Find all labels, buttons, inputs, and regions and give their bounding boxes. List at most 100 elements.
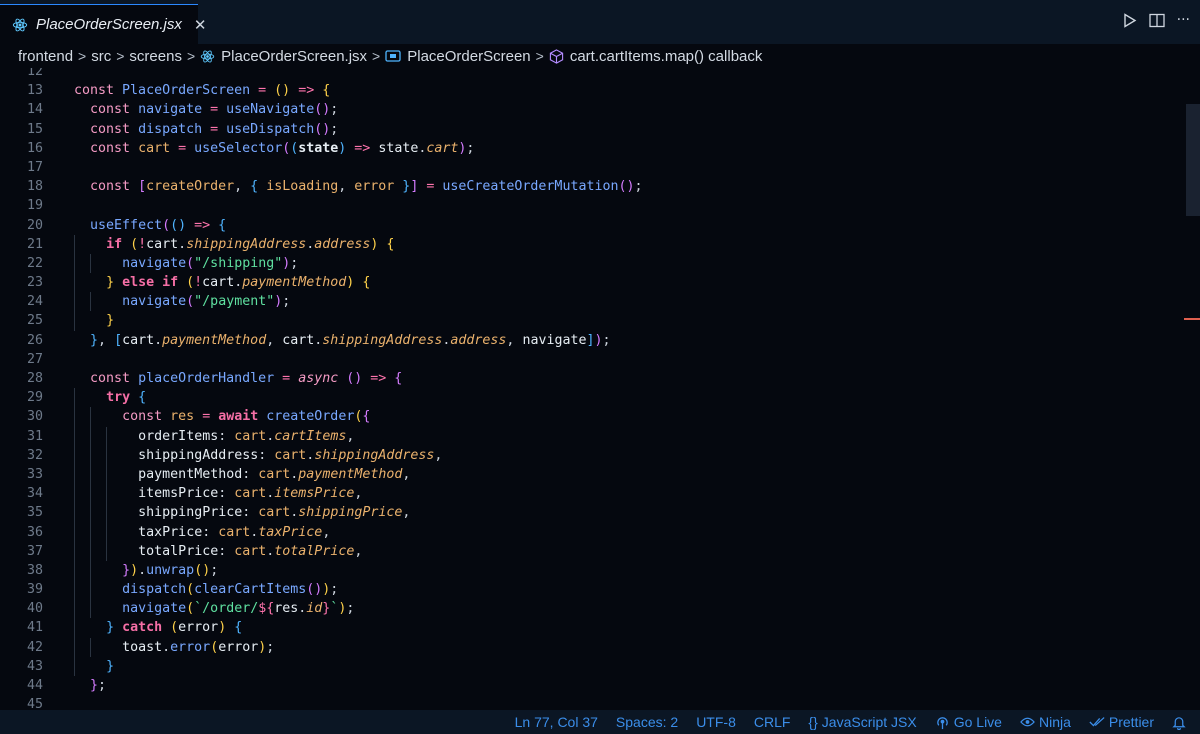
- code-content: const res = await createOrder({: [122, 407, 370, 426]
- line-number: 18: [26, 179, 43, 195]
- indent-guide: [106, 464, 108, 485]
- code-token: address: [450, 332, 507, 348]
- code-token: "/payment": [194, 294, 275, 310]
- code-line[interactable]: 28 const placeOrderHandler = async () => …: [0, 369, 1184, 388]
- code-token: const: [122, 409, 171, 425]
- code-line[interactable]: 15 const dispatch = useDispatch();: [0, 120, 1184, 139]
- code-line[interactable]: 24 navigate("/payment");: [0, 292, 1184, 312]
- ninja[interactable]: Ninja: [1020, 714, 1071, 730]
- indent-guide: [90, 426, 92, 446]
- indentation[interactable]: Spaces: 2: [616, 714, 678, 730]
- code-token: navigate: [522, 332, 587, 348]
- code-line[interactable]: 29 try {: [0, 388, 1184, 408]
- code-token: state: [378, 140, 419, 156]
- code-line[interactable]: 41 } catch (error) {: [0, 618, 1184, 638]
- code-line[interactable]: 37 totalPrice: cart.totalPrice,: [0, 541, 1184, 561]
- code-line[interactable]: 40 navigate(`/order/${res.id}`);: [0, 599, 1184, 619]
- code-line[interactable]: 19: [0, 196, 1184, 215]
- code-token: (): [274, 83, 291, 99]
- breadcrumb-item[interactable]: cart.cartItems.map() callback: [570, 48, 763, 65]
- code-line[interactable]: 18 const [createOrder, { isLoading, error…: [0, 177, 1184, 196]
- code-line[interactable]: 26}, [cart.paymentMethod, cart.shippingA…: [0, 331, 1184, 350]
- breadcrumb-item[interactable]: PlaceOrderScreen: [407, 48, 530, 65]
- line-number: 17: [26, 159, 43, 175]
- code-line[interactable]: 32 shippingAddress: cart.shippingAddress,: [0, 445, 1184, 465]
- line-number: 28: [26, 371, 43, 386]
- code-token: {: [226, 620, 243, 636]
- code-line[interactable]: 33 paymentMethod: cart.paymentMethod,: [0, 464, 1184, 485]
- code-token: shippingAddress: [138, 447, 259, 463]
- code-line[interactable]: 17: [0, 158, 1184, 177]
- scrollbar-thumb[interactable]: [1186, 104, 1200, 216]
- code-token: address: [314, 236, 371, 252]
- line-number: 41: [26, 620, 43, 636]
- code-token: (): [346, 371, 363, 386]
- eye-icon: [1020, 716, 1035, 728]
- code-token: (: [130, 236, 139, 252]
- indent-guide: [74, 484, 75, 504]
- code-line[interactable]: 21 if (!cart.shippingAddress.address) {: [0, 234, 1184, 254]
- breadcrumb-item[interactable]: PlaceOrderScreen.jsx: [221, 48, 367, 65]
- code-token: ${: [258, 601, 275, 617]
- code-line[interactable]: 16 const cart = useSelector((state) => st…: [0, 139, 1184, 158]
- code-token: ,: [346, 428, 355, 444]
- code-line[interactable]: 38}).unwrap();: [0, 560, 1184, 581]
- code-line[interactable]: 45: [0, 695, 1184, 710]
- code-content: } catch (error) {: [106, 618, 242, 637]
- code-line[interactable]: 31 orderItems: cart.cartItems,: [0, 426, 1184, 446]
- code-line[interactable]: 34 itemsPrice: cart.itemsPrice,: [0, 484, 1184, 504]
- code-line[interactable]: 42 toast.error(error);: [0, 637, 1184, 657]
- code-token: }: [394, 179, 411, 195]
- code-token: ;: [330, 102, 339, 118]
- code-token: .: [178, 236, 187, 252]
- code-token: .: [154, 332, 163, 348]
- code-line[interactable]: 14 const navigate = useNavigate();: [0, 100, 1184, 119]
- code-line[interactable]: 30 const res = await createOrder({: [0, 407, 1184, 427]
- code-token: ;: [266, 639, 275, 655]
- code-line[interactable]: 44};: [0, 676, 1184, 695]
- breadcrumb-item[interactable]: screens: [129, 48, 182, 65]
- breadcrumb-item[interactable]: src: [91, 48, 111, 65]
- code-line[interactable]: 22 navigate("/shipping");: [0, 253, 1184, 274]
- code-line[interactable]: 39 dispatch(clearCartItems());: [0, 580, 1184, 600]
- code-editor[interactable]: 12 13 const PlaceOrderScreen = () => {14 co…: [0, 68, 1200, 710]
- close-icon[interactable]: ✕: [194, 16, 207, 34]
- code-line[interactable]: 35 shippingPrice: cart.shippingPrice,: [0, 503, 1184, 523]
- code-line[interactable]: 13 const PlaceOrderScreen = () => {: [0, 81, 1184, 100]
- line-ending[interactable]: CRLF: [754, 714, 791, 730]
- code-token: ,: [402, 466, 411, 482]
- code-line[interactable]: 20 useEffect(() => {: [0, 216, 1184, 235]
- go-live[interactable]: Go Live: [935, 714, 1002, 730]
- vertical-scrollbar[interactable]: [1184, 68, 1200, 710]
- code-token: dispatch: [122, 582, 187, 598]
- code-token: taxPrice: [258, 524, 323, 540]
- run-icon[interactable]: [1123, 12, 1137, 28]
- code-line[interactable]: 36 taxPrice: cart.taxPrice,: [0, 522, 1184, 542]
- language-mode[interactable]: {} JavaScript JSX: [808, 714, 916, 730]
- code-content: paymentMethod: cart.paymentMethod,: [138, 465, 410, 484]
- encoding[interactable]: UTF-8: [696, 714, 736, 730]
- code-content: }, [cart.paymentMethod, cart.shippingAdd…: [90, 331, 611, 350]
- code-line[interactable]: 27: [0, 350, 1184, 369]
- notifications[interactable]: [1172, 715, 1190, 730]
- split-editor-icon[interactable]: [1148, 13, 1165, 28]
- more-actions-icon[interactable]: ···: [1177, 12, 1190, 28]
- code-token: navigate: [122, 601, 187, 617]
- code-token: id: [306, 601, 323, 617]
- editor-tab[interactable]: PlaceOrderScreen.jsx ✕: [0, 4, 206, 44]
- code-line[interactable]: 43}: [0, 656, 1184, 676]
- code-line[interactable]: 23} else if (!cart.paymentMethod) {: [0, 273, 1184, 293]
- indent-guide: [90, 560, 92, 581]
- line-number: 12: [26, 68, 43, 79]
- breadcrumb-item[interactable]: frontend: [18, 48, 73, 65]
- prettier[interactable]: Prettier: [1089, 714, 1154, 730]
- code-content: const dispatch = useDispatch();: [90, 120, 338, 139]
- code-token: :: [218, 543, 235, 559]
- code-token: PlaceOrderScreen: [122, 83, 251, 99]
- code-line[interactable]: 12: [0, 68, 1184, 81]
- code-line[interactable]: 25}: [0, 311, 1184, 331]
- indent-guide: [74, 311, 75, 331]
- code-token: (: [162, 217, 171, 233]
- cursor-position[interactable]: Ln 77, Col 37: [515, 714, 598, 730]
- code-token: ;: [210, 562, 219, 578]
